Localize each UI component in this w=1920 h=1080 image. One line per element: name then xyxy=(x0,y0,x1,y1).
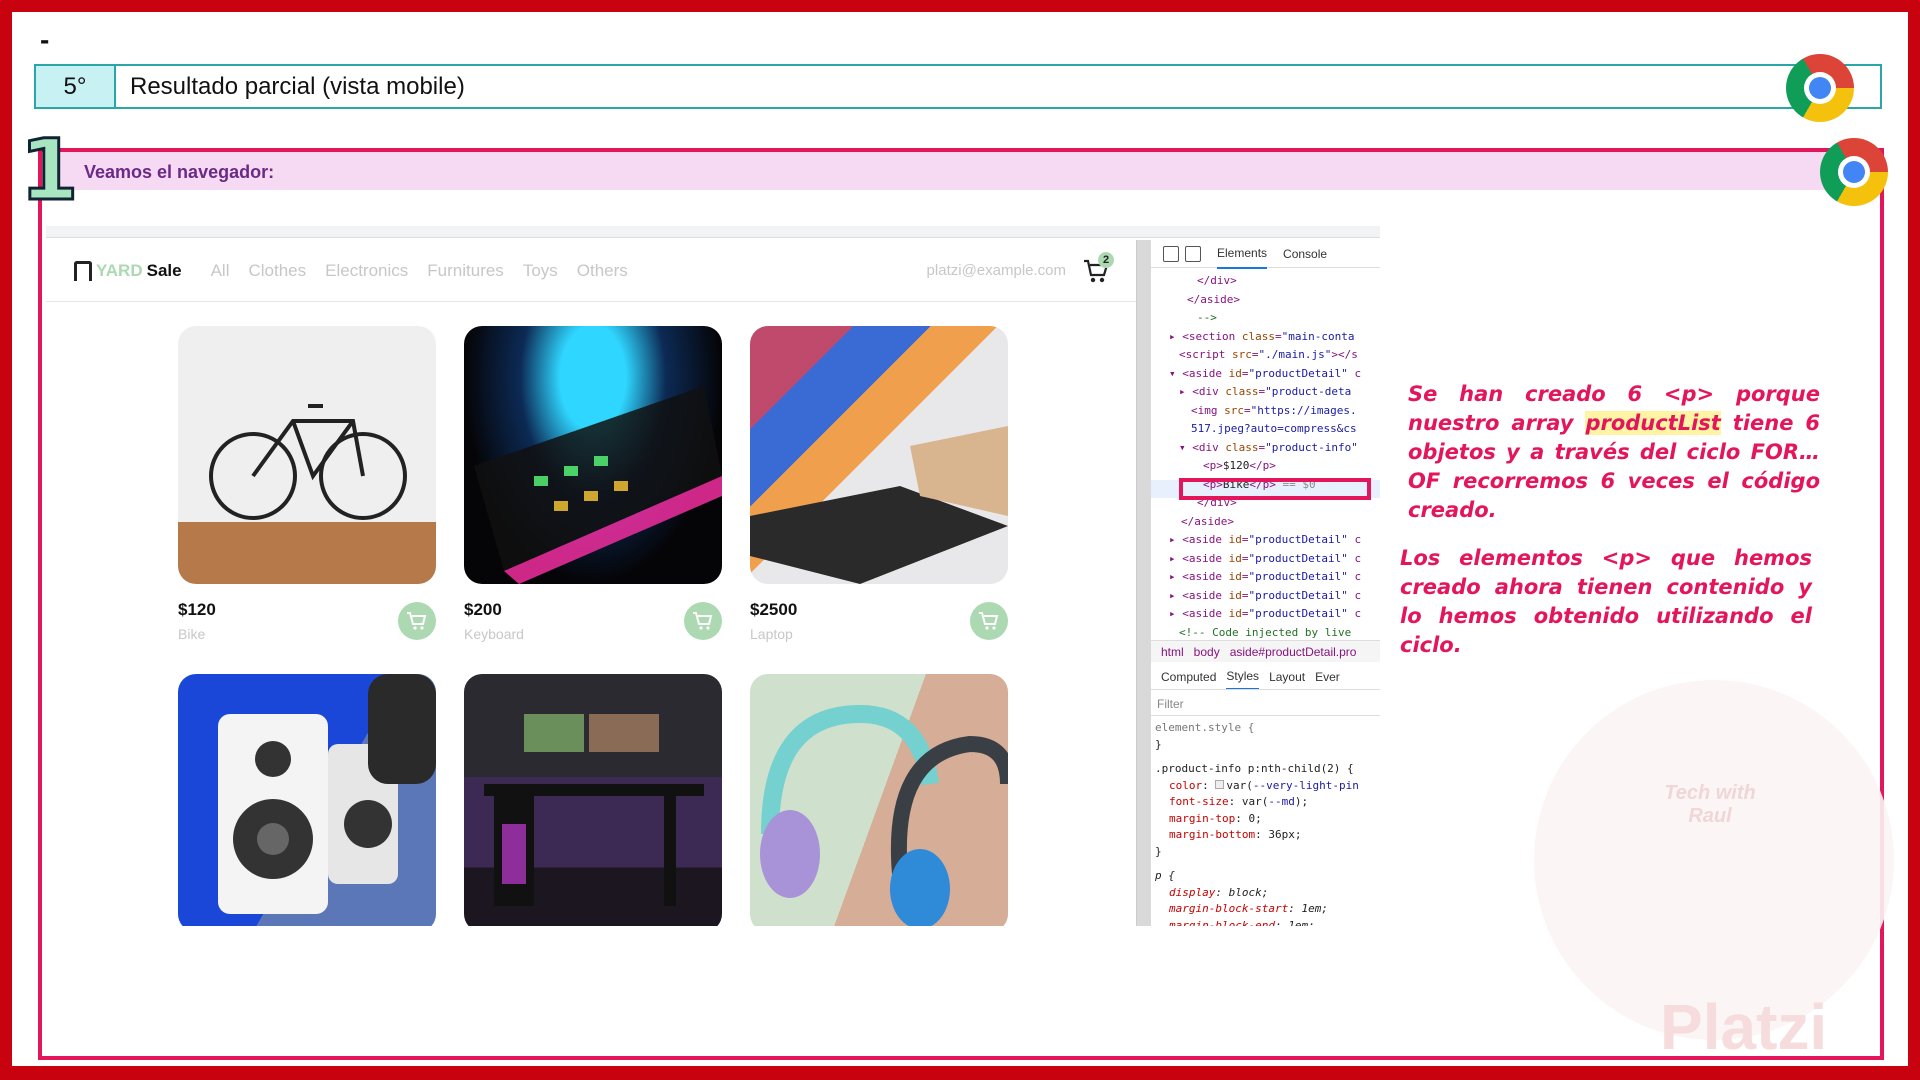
logo[interactable]: YARD Sale xyxy=(74,260,182,281)
section-header: Veamos el navegador: xyxy=(42,152,1880,190)
selected-node-highlight xyxy=(1179,478,1371,500)
product-image-laptop[interactable] xyxy=(750,326,1008,584)
nav-link-others[interactable]: Others xyxy=(577,261,628,281)
browser-screenshot: YARD Sale All Clothes Electronics Furnit… xyxy=(46,226,1380,926)
product-card[interactable] xyxy=(750,674,1008,926)
product-image-keyboard[interactable] xyxy=(464,326,722,584)
device-toolbar-icon[interactable] xyxy=(1185,245,1201,262)
nav-link-all[interactable]: All xyxy=(211,261,230,281)
tab-layout[interactable]: Layout xyxy=(1269,665,1305,689)
tab-styles[interactable]: Styles xyxy=(1226,664,1260,689)
add-to-cart-icon[interactable] xyxy=(398,602,436,640)
styles-filter-input[interactable]: Filter xyxy=(1151,692,1380,716)
dom-tree[interactable]: </div> </aside> --> ▸ <section class="ma… xyxy=(1151,272,1380,642)
devtools-panel: Elements Console </div> </aside> --> ▸ <… xyxy=(1136,240,1380,926)
note1-keyword: productList xyxy=(1585,411,1721,435)
section-label: Veamos el navegador: xyxy=(84,162,275,182)
navbar: YARD Sale All Clothes Electronics Furnit… xyxy=(46,240,1136,302)
nav-link-toys[interactable]: Toys xyxy=(523,261,558,281)
cart-count: 2 xyxy=(1098,252,1114,268)
add-to-cart-icon[interactable] xyxy=(684,602,722,640)
styles-tabs: Computed Styles Layout Ever xyxy=(1151,664,1380,690)
nav-link-clothes[interactable]: Clothes xyxy=(249,261,307,281)
product-card[interactable] xyxy=(464,674,722,926)
product-card[interactable]: $120 Bike xyxy=(178,326,436,654)
chrome-icon xyxy=(1820,138,1888,206)
product-price: $2500 xyxy=(750,600,798,619)
logo-sale: Sale xyxy=(146,260,182,280)
tab-elements[interactable]: Elements xyxy=(1217,239,1268,269)
product-name: Bike xyxy=(178,626,206,642)
product-info: $2500 Laptop xyxy=(750,584,1008,654)
product-name: Laptop xyxy=(750,626,793,642)
product-image-headphones[interactable] xyxy=(750,674,1008,926)
step-number: 5° xyxy=(36,66,116,107)
breadcrumb: html body aside#productDetail.pro xyxy=(1151,640,1380,662)
product-image-desk[interactable] xyxy=(464,674,722,926)
breadcrumb-body[interactable]: body xyxy=(1194,645,1220,659)
watermark-brand: Platzi xyxy=(1660,991,1828,1063)
product-name: Keyboard xyxy=(464,626,524,642)
nav-link-furnitures[interactable]: Furnitures xyxy=(427,261,504,281)
annotation-note-1: Se han creado 6 <p> porque nuestro array… xyxy=(1408,380,1820,525)
tab-console[interactable]: Console xyxy=(1283,240,1327,268)
watermark-logo xyxy=(1534,680,1894,1040)
product-price: $120 xyxy=(178,600,216,619)
chrome-icon xyxy=(1786,54,1854,122)
product-price: $200 xyxy=(464,600,502,619)
nav-link-electronics[interactable]: Electronics xyxy=(325,261,408,281)
tab-computed[interactable]: Computed xyxy=(1161,665,1216,689)
product-image-bike[interactable] xyxy=(178,326,436,584)
section-number: 1 xyxy=(18,121,79,219)
product-card[interactable]: $200 Keyboard xyxy=(464,326,722,654)
logo-yard: YARD xyxy=(96,260,143,280)
user-email[interactable]: platzi@example.com xyxy=(927,262,1066,279)
slide-dash: - xyxy=(40,24,50,55)
product-image-speakers[interactable] xyxy=(178,674,436,926)
add-to-cart-icon[interactable] xyxy=(970,602,1008,640)
breadcrumb-aside[interactable]: aside#productDetail.pro xyxy=(1230,645,1357,659)
breadcrumb-html[interactable]: html xyxy=(1161,645,1184,659)
styles-pane: element.style { } .product-info p:nth-ch… xyxy=(1155,721,1359,926)
product-info: $120 Bike xyxy=(178,584,436,654)
tab-event-listeners[interactable]: Ever xyxy=(1315,665,1340,689)
step-header: 5° Resultado parcial (vista mobile) xyxy=(34,64,1882,109)
watermark-small-text: Tech with Raul xyxy=(1664,782,1756,827)
cart-icon[interactable]: 2 xyxy=(1082,252,1114,284)
annotation-note-2: Los elementos <p> que hemos creado ahora… xyxy=(1400,546,1812,657)
inspect-icon[interactable] xyxy=(1163,245,1179,262)
logo-icon xyxy=(74,260,92,281)
product-card[interactable]: $2500 Laptop xyxy=(750,326,1008,654)
page-scrollbar[interactable] xyxy=(1137,240,1151,926)
devtools-tabs: Elements Console xyxy=(1151,239,1380,269)
step-title: Resultado parcial (vista mobile) xyxy=(130,72,465,100)
product-card[interactable] xyxy=(178,674,436,926)
product-info: $200 Keyboard xyxy=(464,584,722,654)
address-bar[interactable] xyxy=(46,226,1380,238)
